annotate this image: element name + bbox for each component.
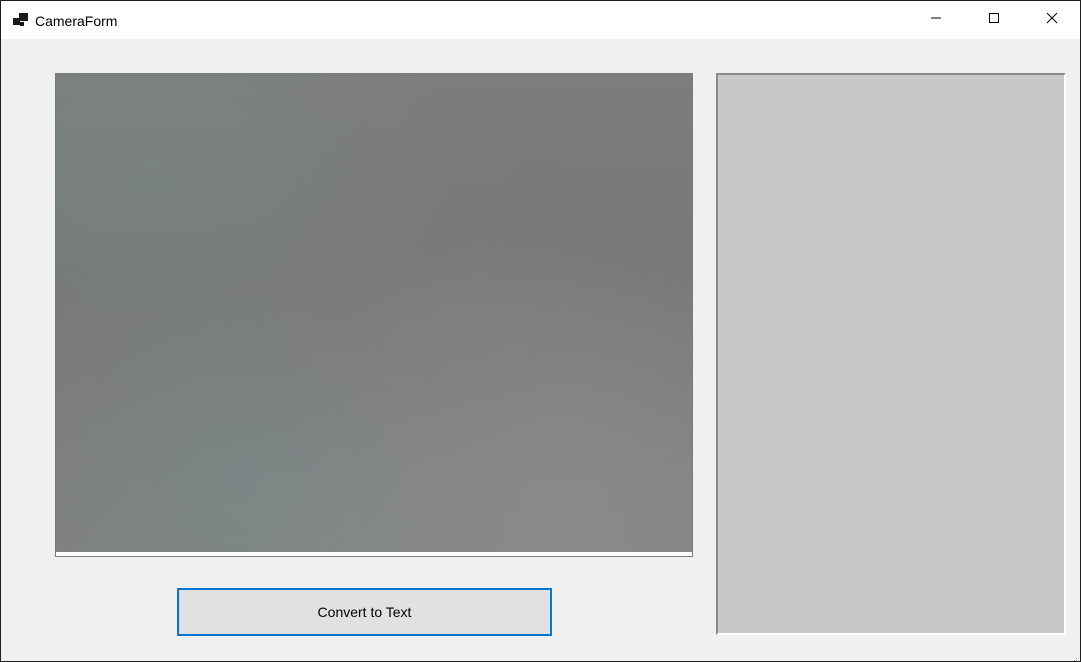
- form-client-area: Convert to Text: [1, 39, 1080, 661]
- title-bar[interactable]: CameraForm: [1, 1, 1080, 39]
- minimize-button[interactable]: [907, 1, 965, 39]
- camera-form-window: CameraForm Convert to Text: [0, 0, 1081, 662]
- maximize-button[interactable]: [965, 1, 1023, 39]
- resize-grip-icon[interactable]: [1070, 651, 1078, 661]
- minimize-icon: [930, 11, 942, 29]
- camera-picture-box: [55, 73, 693, 557]
- close-icon: [1046, 11, 1058, 29]
- maximize-icon: [988, 11, 1000, 29]
- camera-feed-image: [56, 74, 692, 552]
- form-icon: [13, 13, 29, 27]
- result-text-panel[interactable]: [716, 73, 1066, 635]
- convert-to-text-button[interactable]: Convert to Text: [177, 588, 552, 636]
- close-button[interactable]: [1023, 1, 1080, 39]
- window-title: CameraForm: [35, 13, 118, 29]
